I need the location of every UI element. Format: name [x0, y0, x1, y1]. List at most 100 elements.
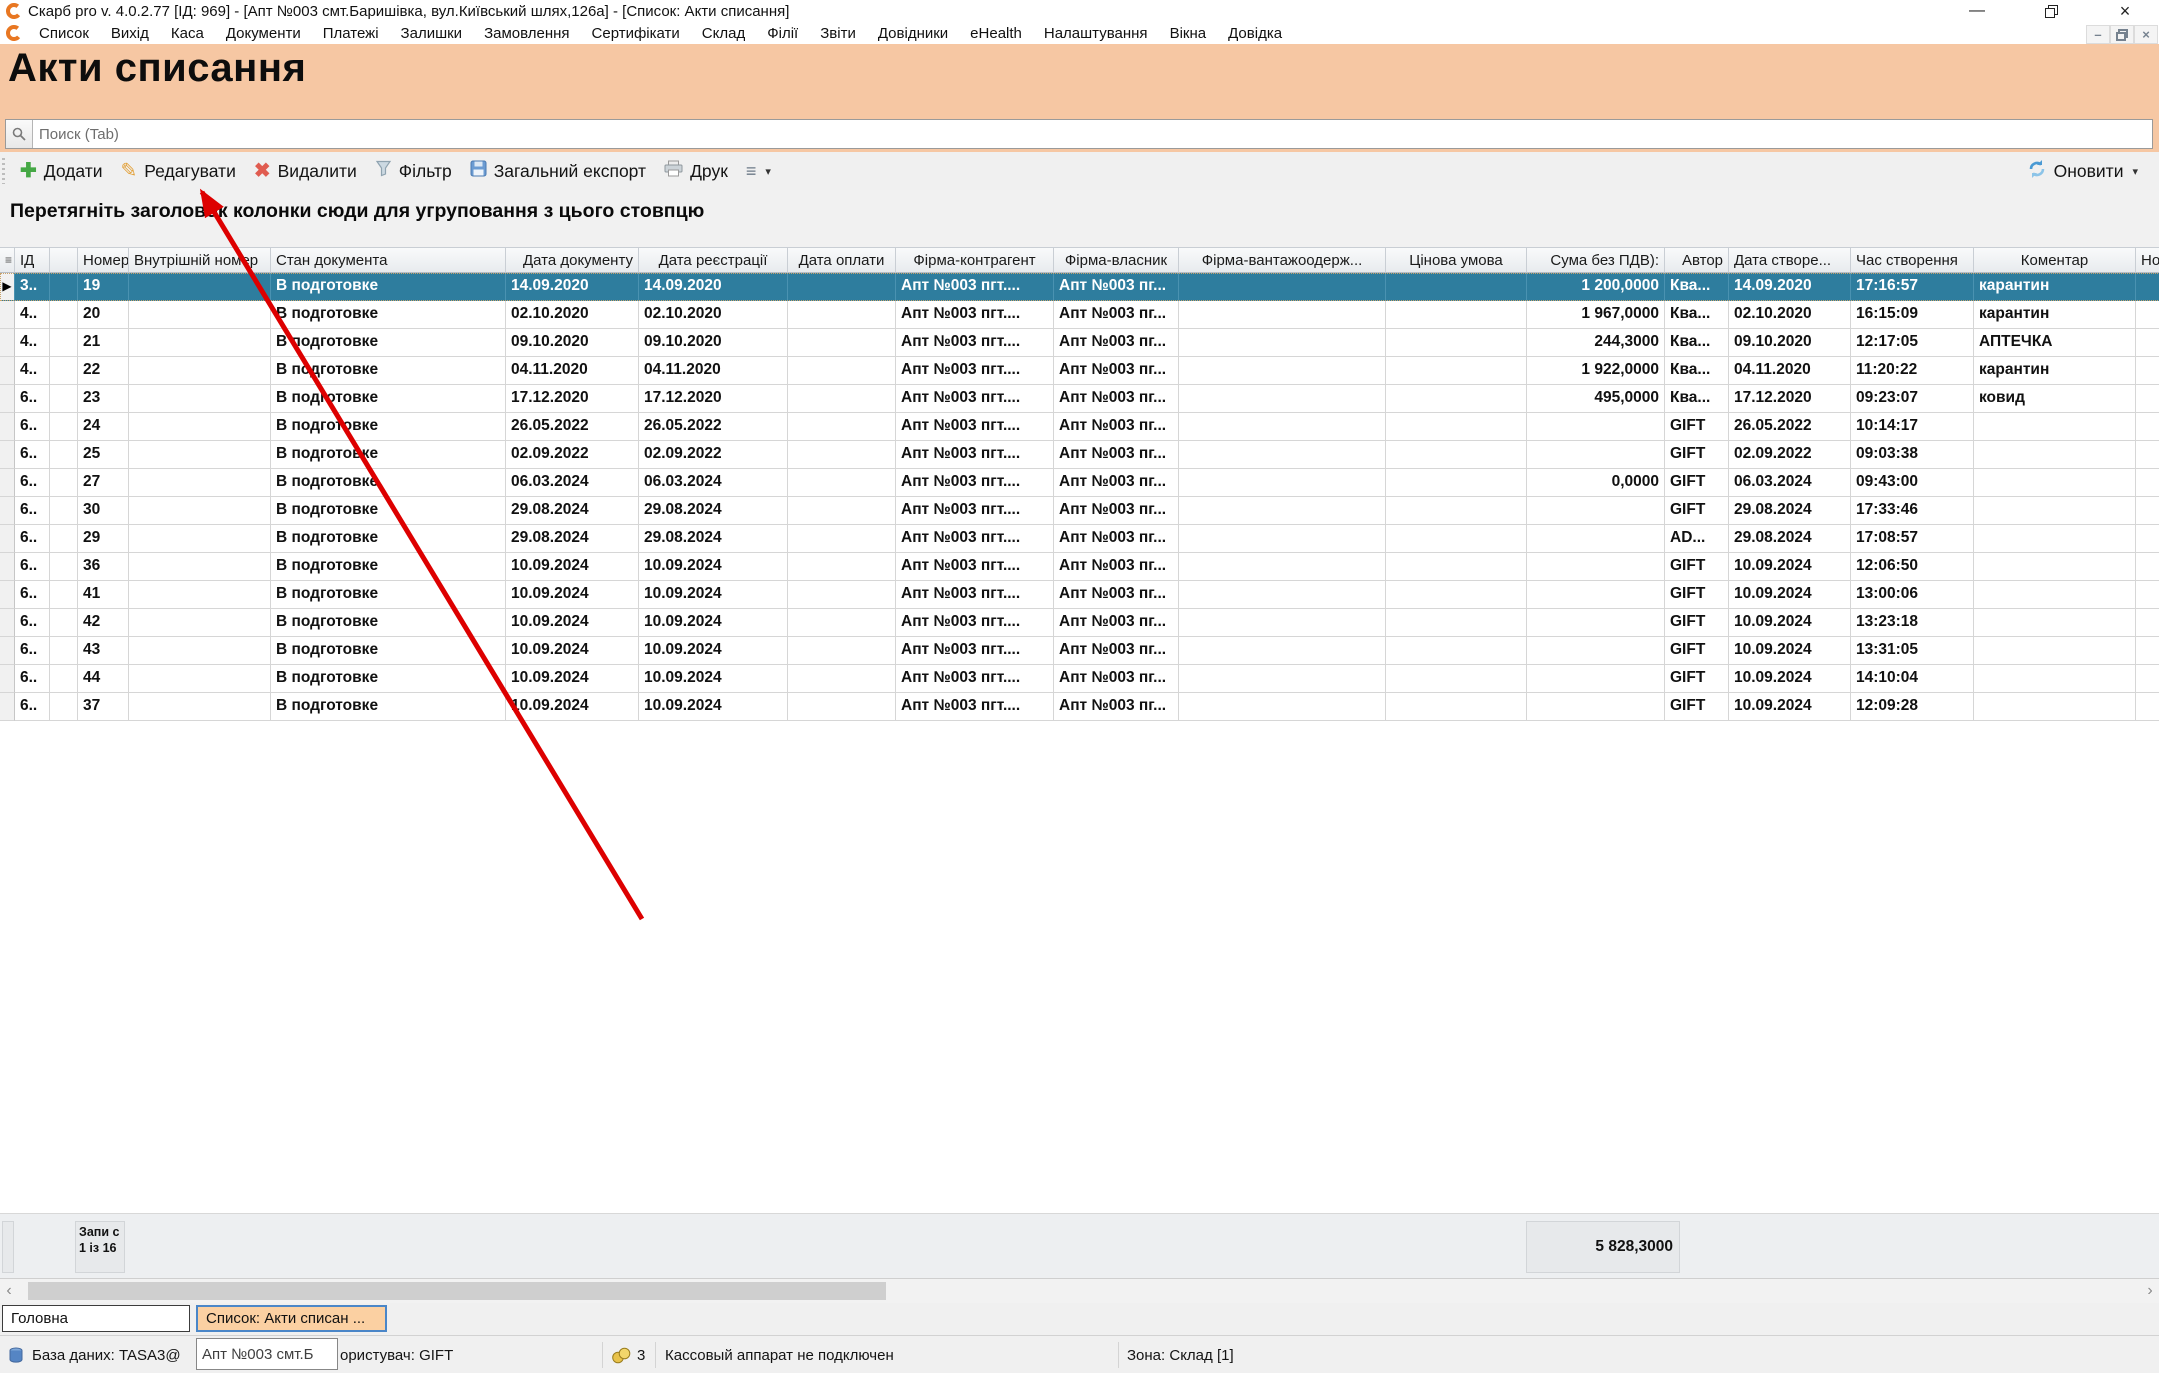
column-header-nomer[interactable]: Номер: [78, 247, 129, 273]
grid-cell-id[interactable]: 6..: [15, 665, 50, 693]
grid-cell-tsinova[interactable]: [1386, 469, 1527, 497]
grid-cell-d_opl[interactable]: [788, 665, 896, 693]
grid-cell-kontr[interactable]: Апт №003 пгт....: [896, 301, 1054, 329]
grid-cell-chas[interactable]: 12:06:50: [1851, 553, 1974, 581]
row-selector[interactable]: [0, 693, 15, 721]
grid-cell-d_reestr[interactable]: 14.09.2020: [639, 273, 788, 301]
grid-cell-suma[interactable]: 244,3000: [1527, 329, 1665, 357]
grid-cell-chas[interactable]: 12:09:28: [1851, 693, 1974, 721]
grid-cell-d_opl[interactable]: [788, 609, 896, 637]
grid-cell-sp[interactable]: [50, 609, 78, 637]
grid-cell-id[interactable]: 4..: [15, 357, 50, 385]
grid-cell-suma[interactable]: [1527, 609, 1665, 637]
grid-cell-d_dok[interactable]: 29.08.2024: [506, 525, 639, 553]
row-selector[interactable]: [0, 581, 15, 609]
grid-cell-chas[interactable]: 17:16:57: [1851, 273, 1974, 301]
row-selector[interactable]: [0, 553, 15, 581]
column-header-selector[interactable]: ≡: [0, 247, 15, 273]
grid-cell-stan[interactable]: В подготовке: [271, 525, 506, 553]
grid-cell-vnutr[interactable]: [129, 301, 271, 329]
grid-cell-vnutr[interactable]: [129, 385, 271, 413]
horizontal-scrollbar[interactable]: ‹ ›: [0, 1279, 2159, 1303]
grid-cell-vantazh[interactable]: [1179, 469, 1386, 497]
grid-cell-id[interactable]: 6..: [15, 637, 50, 665]
grid-cell-vantazh[interactable]: [1179, 497, 1386, 525]
row-selector[interactable]: [0, 329, 15, 357]
row-selector[interactable]: [0, 385, 15, 413]
grid-cell-tsinova[interactable]: [1386, 441, 1527, 469]
row-selector[interactable]: [0, 525, 15, 553]
grid-cell-d_reestr[interactable]: 29.08.2024: [639, 525, 788, 553]
grid-cell-kontr[interactable]: Апт №003 пгт....: [896, 609, 1054, 637]
grid-cell-vlasnyk[interactable]: Апт №003 пг...: [1054, 637, 1179, 665]
grid-cell-id[interactable]: 3..: [15, 273, 50, 301]
list-options-button[interactable]: ≡ ▾: [737, 155, 780, 187]
grid-cell-tsinova[interactable]: [1386, 301, 1527, 329]
grid-cell-d_dok[interactable]: 10.09.2024: [506, 609, 639, 637]
grid-cell-kontr[interactable]: Апт №003 пгт....: [896, 273, 1054, 301]
grid-cell-nomer[interactable]: 21: [78, 329, 129, 357]
menu-platezhi[interactable]: Платежі: [312, 25, 390, 42]
grid-cell-id[interactable]: 6..: [15, 469, 50, 497]
column-header-vnutr[interactable]: Внутрішній номер: [129, 247, 271, 273]
grid-cell-avtor[interactable]: GIFT: [1665, 609, 1729, 637]
grid-cell-koment[interactable]: карантин: [1974, 273, 2136, 301]
grid-cell-avtor[interactable]: Ква...: [1665, 329, 1729, 357]
grid-cell-d_opl[interactable]: [788, 441, 896, 469]
grid-cell-sp[interactable]: [50, 301, 78, 329]
grid-cell-koment[interactable]: АПТЕЧКА: [1974, 329, 2136, 357]
grid-cell-vantazh[interactable]: [1179, 273, 1386, 301]
grid-cell-nomer[interactable]: 29: [78, 525, 129, 553]
grid-cell-nomer[interactable]: 37: [78, 693, 129, 721]
grid-cell-d_dok[interactable]: 29.08.2024: [506, 497, 639, 525]
grid-cell-chas[interactable]: 13:00:06: [1851, 581, 1974, 609]
grid-cell-vnutr[interactable]: [129, 329, 271, 357]
grid-cell-chas[interactable]: 13:23:18: [1851, 609, 1974, 637]
menu-spysok[interactable]: Список: [28, 25, 100, 42]
grid-cell-vantazh[interactable]: [1179, 637, 1386, 665]
grid-cell-id[interactable]: 6..: [15, 497, 50, 525]
grid-cell-d_reestr[interactable]: 06.03.2024: [639, 469, 788, 497]
grid-cell-d_dok[interactable]: 10.09.2024: [506, 581, 639, 609]
grid-cell-avtor[interactable]: AD...: [1665, 525, 1729, 553]
grid-cell-d_opl[interactable]: [788, 469, 896, 497]
grid-cell-avtor[interactable]: GIFT: [1665, 497, 1729, 525]
grid-cell-d_stvor[interactable]: 10.09.2024: [1729, 553, 1851, 581]
row-selector[interactable]: [0, 357, 15, 385]
grid-cell-nomer[interactable]: 23: [78, 385, 129, 413]
grid-cell-chas[interactable]: 10:14:17: [1851, 413, 1974, 441]
grid-cell-chas[interactable]: 17:33:46: [1851, 497, 1974, 525]
grid-cell-suma[interactable]: 1 967,0000: [1527, 301, 1665, 329]
table-row[interactable]: 6..36В подготовке10.09.202410.09.2024Апт…: [0, 553, 2159, 581]
grid-cell-d_reestr[interactable]: 10.09.2024: [639, 581, 788, 609]
grid-cell-d_stvor[interactable]: 29.08.2024: [1729, 497, 1851, 525]
menu-dovidnyky[interactable]: Довідники: [867, 25, 959, 42]
grid-cell-id[interactable]: 6..: [15, 413, 50, 441]
grid-cell-d_dok[interactable]: 02.09.2022: [506, 441, 639, 469]
grid-cell-sp[interactable]: [50, 581, 78, 609]
child-restore-icon[interactable]: [2110, 25, 2134, 44]
grid-cell-d_stvor[interactable]: 02.10.2020: [1729, 301, 1851, 329]
grid-cell-d_reestr[interactable]: 10.09.2024: [639, 665, 788, 693]
grid-cell-suma[interactable]: [1527, 525, 1665, 553]
grid-cell-chas[interactable]: 13:31:05: [1851, 637, 1974, 665]
child-minimize-icon[interactable]: –: [2086, 25, 2110, 44]
grid-cell-suma[interactable]: [1527, 553, 1665, 581]
grid-cell-tsinova[interactable]: [1386, 357, 1527, 385]
grid-cell-sp[interactable]: [50, 497, 78, 525]
grid-cell-d_reestr[interactable]: 17.12.2020: [639, 385, 788, 413]
grid-cell-tsinova[interactable]: [1386, 413, 1527, 441]
grid-cell-tsinova[interactable]: [1386, 637, 1527, 665]
grid-cell-stan[interactable]: В подготовке: [271, 553, 506, 581]
grid-cell-tsinova[interactable]: [1386, 385, 1527, 413]
grid-cell-sp[interactable]: [50, 693, 78, 721]
add-button[interactable]: ✚ Додати: [11, 155, 112, 187]
grid-cell-nomer[interactable]: 27: [78, 469, 129, 497]
menu-sklad[interactable]: Склад: [691, 25, 756, 42]
grid-cell-vnutr[interactable]: [129, 497, 271, 525]
table-row[interactable]: 4..20В подготовке02.10.202002.10.2020Апт…: [0, 301, 2159, 329]
column-header-vlasnyk[interactable]: Фірма-власник: [1054, 247, 1179, 273]
grid-cell-koment[interactable]: [1974, 693, 2136, 721]
delete-button[interactable]: ✖ Видалити: [245, 155, 366, 187]
menu-nalashtuvannia[interactable]: Налаштування: [1033, 25, 1159, 42]
